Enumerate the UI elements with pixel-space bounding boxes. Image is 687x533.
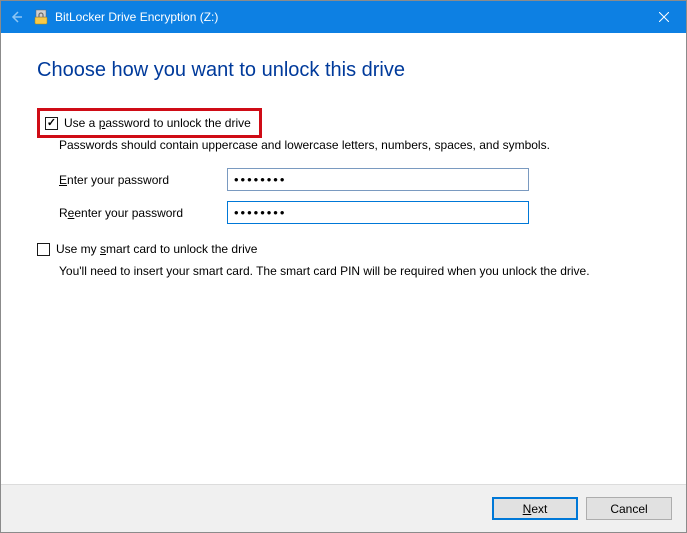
page-heading: Choose how you want to unlock this drive: [37, 59, 650, 82]
content-area: Choose how you want to unlock this drive…: [1, 33, 686, 484]
smartcard-option-group: Use my smart card to unlock the drive Yo…: [37, 242, 650, 278]
back-button[interactable]: [1, 1, 31, 33]
enter-password-input[interactable]: [227, 168, 529, 191]
use-password-label: Use a password to unlock the drive: [64, 116, 251, 130]
use-smartcard-checkbox[interactable]: [37, 243, 50, 256]
enter-password-label: Enter your password: [59, 173, 227, 187]
enter-password-row: Enter your password: [59, 168, 650, 191]
next-button[interactable]: Next: [492, 497, 578, 520]
close-icon: [659, 12, 669, 22]
bitlocker-icon: [33, 9, 49, 25]
password-description: Passwords should contain uppercase and l…: [59, 138, 650, 152]
footer-bar: Next Cancel: [1, 484, 686, 532]
highlight-annotation: Use a password to unlock the drive: [37, 108, 262, 138]
reenter-password-input[interactable]: [227, 201, 529, 224]
reenter-password-row: Reenter your password: [59, 201, 650, 224]
use-smartcard-label: Use my smart card to unlock the drive: [56, 242, 257, 256]
titlebar: BitLocker Drive Encryption (Z:): [1, 1, 686, 33]
back-arrow-icon: [7, 8, 25, 26]
close-button[interactable]: [641, 1, 686, 33]
bitlocker-wizard-window: BitLocker Drive Encryption (Z:) Choose h…: [0, 0, 687, 533]
reenter-password-label: Reenter your password: [59, 206, 227, 220]
smartcard-description: You'll need to insert your smart card. T…: [59, 264, 650, 278]
cancel-button[interactable]: Cancel: [586, 497, 672, 520]
window-title: BitLocker Drive Encryption (Z:): [55, 10, 218, 24]
use-password-checkbox[interactable]: [45, 117, 58, 130]
password-option-group: Use a password to unlock the drive Passw…: [37, 108, 650, 224]
